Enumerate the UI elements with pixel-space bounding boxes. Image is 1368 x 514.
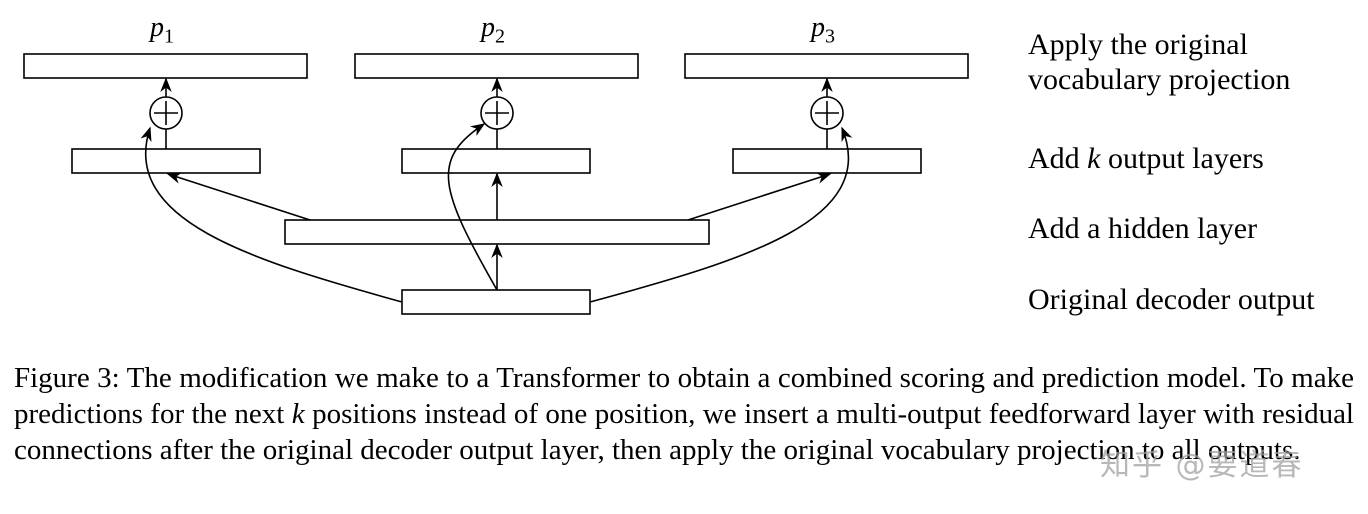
output-layer-box-1 (71, 148, 261, 174)
label-output-layers: Add k output layers (1028, 142, 1264, 175)
vocab-projection-box-2 (354, 53, 639, 79)
label-vocab-line1: Apply the original (1028, 28, 1248, 61)
architecture-diagram (23, 53, 969, 315)
watermark: 知乎 @要道春 (1100, 448, 1304, 483)
label-hidden-layer: Add a hidden layer (1028, 212, 1258, 245)
edge-hidden-out1 (166, 172, 311, 221)
hidden-layer-box (284, 219, 710, 245)
edge-hidden-out3 (687, 172, 832, 221)
decoder-output-box (401, 289, 591, 315)
output-label-p1: p1 (150, 12, 174, 48)
output-layer-box-3 (732, 148, 922, 174)
output-layer-box-2 (401, 148, 591, 174)
label-vocab-line2: vocabulary projection (1028, 63, 1291, 96)
output-label-p3: p3 (811, 12, 835, 48)
label-vocab-projection: Apply the original vocabulary projection (1028, 27, 1290, 97)
vocab-projection-box-1 (23, 53, 308, 79)
output-label-p2: p2 (481, 12, 505, 48)
vocab-projection-box-3 (684, 53, 969, 79)
label-decoder-output: Original decoder output (1028, 283, 1315, 316)
